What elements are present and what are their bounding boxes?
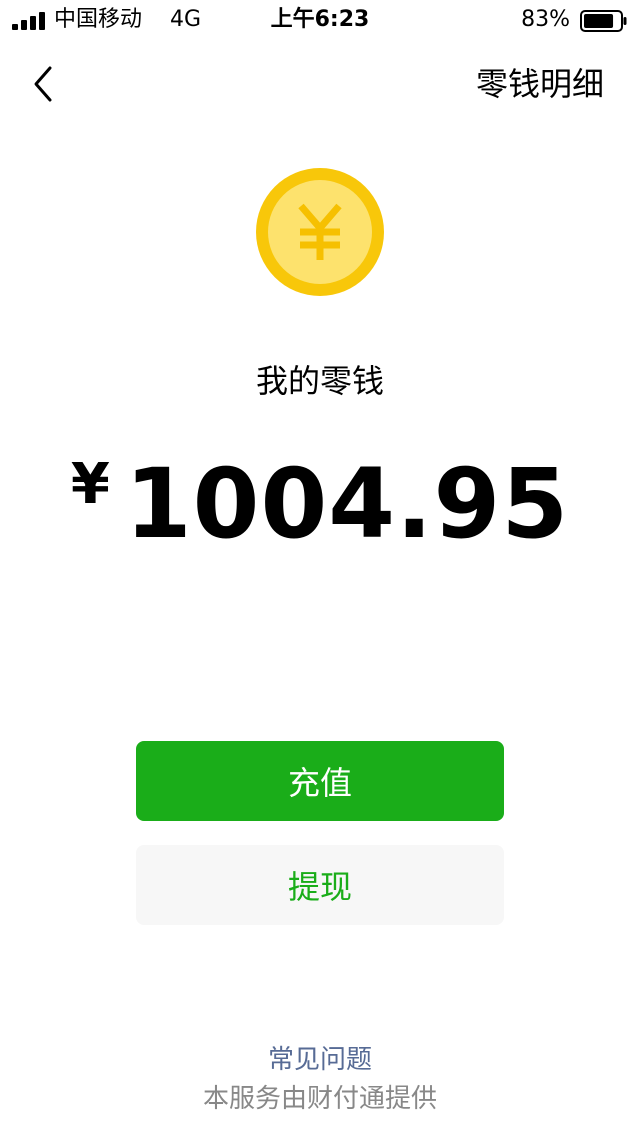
faq-link[interactable]: 常见问题 (0, 1042, 640, 1078)
status-bar: 中国移动 4G 上午6:23 83% (0, 0, 640, 40)
recharge-button-label: 充值 (287, 764, 352, 802)
back-button[interactable] (20, 60, 66, 108)
recharge-button[interactable]: 充值 (136, 741, 504, 821)
provider-note: 本服务由财付通提供 (202, 1084, 437, 1114)
battery-icon (580, 10, 627, 32)
withdraw-button[interactable]: 提现 (136, 845, 504, 925)
chevron-left-icon (34, 66, 52, 102)
withdraw-button-label: 提现 (287, 868, 352, 906)
currency-symbol: ¥ (70, 452, 111, 517)
battery-percent: 83% (521, 7, 570, 32)
balance-amount: ¥1004.95 (0, 430, 640, 559)
change-details-link[interactable]: 零钱明细 (476, 62, 604, 106)
yuan-coin-icon (256, 168, 384, 296)
balance-value: 1004.95 (124, 448, 570, 560)
balance-label: 我的零钱 (255, 362, 384, 400)
